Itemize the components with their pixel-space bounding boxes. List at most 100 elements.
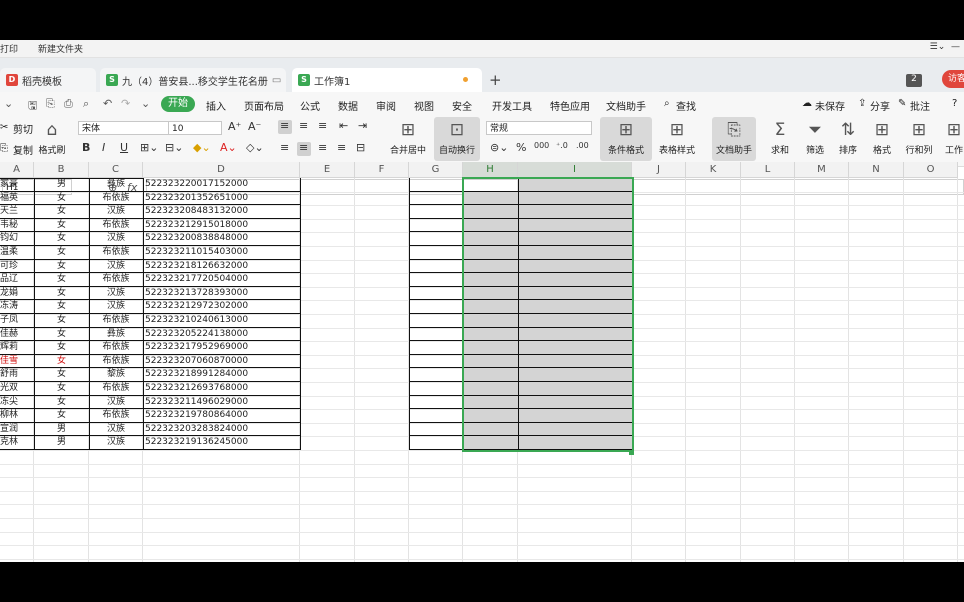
cell-ethnicity[interactable]: 汉族	[89, 300, 144, 314]
cell-name[interactable]: 冻涛	[0, 300, 35, 314]
empty-cell[interactable]	[409, 436, 464, 450]
cell-ethnicity[interactable]: 汉族	[89, 286, 144, 301]
tab-developer[interactable]: 开发工具	[492, 98, 532, 113]
align-middle-icon[interactable]: ≡	[299, 119, 308, 132]
comment-button[interactable]: 批注	[910, 98, 930, 113]
print-menu[interactable]: 打印	[0, 42, 18, 55]
cloud-icon[interactable]: ☁	[802, 98, 812, 109]
cell-id[interactable]: 522323203283824000	[143, 422, 301, 437]
shrink-font-icon[interactable]: A⁻	[248, 120, 261, 133]
cell-gender[interactable]: 女	[34, 314, 90, 328]
cell-id[interactable]: 522323213728393000	[143, 286, 301, 301]
cell-ethnicity[interactable]: 布依族	[89, 191, 144, 206]
doc-helper-button[interactable]: ⎘ 文档助手	[712, 117, 756, 161]
cell-id[interactable]: 522323207060870000	[143, 354, 301, 369]
cell-id[interactable]: 522323218991284000	[143, 368, 301, 382]
empty-cell[interactable]	[409, 232, 464, 246]
cell-name[interactable]: 家豪	[0, 178, 35, 192]
cell-id[interactable]: 522323212972302000	[143, 300, 301, 314]
cell-gender[interactable]: 男	[34, 178, 90, 192]
empty-cell[interactable]	[409, 382, 464, 396]
comment-icon[interactable]: ✎	[898, 98, 906, 109]
empty-cell[interactable]	[409, 191, 464, 206]
cell-ethnicity[interactable]: 彝族	[89, 327, 144, 342]
cell-gender[interactable]: 女	[34, 273, 90, 287]
save-icon[interactable]: 🖫	[28, 97, 37, 116]
cell-id[interactable]: 522323211496029000	[143, 395, 301, 410]
empty-cell[interactable]	[409, 218, 464, 233]
cell-ethnicity[interactable]: 布依族	[89, 382, 144, 396]
table-style-button[interactable]: ⊞ 表格样式	[654, 117, 700, 161]
tab-workbook1[interactable]: S 工作簿1	[292, 68, 482, 92]
cell-id[interactable]: 522323201352651000	[143, 191, 301, 206]
font-name-select[interactable]: 宋体	[78, 121, 170, 135]
clear-icon[interactable]: ◇⌄	[246, 141, 264, 154]
column-header-i[interactable]: I	[518, 162, 632, 178]
chevron-down-icon[interactable]: ⌄	[4, 97, 13, 110]
cell-name[interactable]: 温柔	[0, 246, 35, 260]
cell-ethnicity[interactable]: 布依族	[89, 273, 144, 287]
cell-name[interactable]: 佳赫	[0, 327, 35, 342]
column-header-e[interactable]: E	[300, 162, 355, 178]
column-header-l[interactable]: L	[741, 162, 795, 178]
cell-ethnicity[interactable]: 布依族	[89, 354, 144, 369]
tab-view[interactable]: 视图	[414, 98, 434, 113]
sort-button[interactable]: ⇅ 排序	[832, 117, 864, 161]
cell-name[interactable]: 辉莉	[0, 341, 35, 355]
print-icon[interactable]: ⎙	[64, 97, 73, 111]
fill-pattern-icon[interactable]: ⊟⌄	[165, 141, 183, 154]
cell-ethnicity[interactable]: 彝族	[89, 178, 144, 192]
align-top-icon[interactable]: ≡	[280, 119, 289, 132]
merge-center-button[interactable]: ⊞ 合并居中	[384, 117, 432, 161]
font-size-select[interactable]: 10	[168, 121, 222, 135]
empty-cell[interactable]	[409, 273, 464, 287]
column-header-j[interactable]: J	[632, 162, 686, 178]
cell-gender[interactable]: 女	[34, 286, 90, 301]
cell-name[interactable]: 子凤	[0, 314, 35, 328]
cell-name[interactable]: 舒雨	[0, 368, 35, 382]
empty-cell[interactable]	[409, 422, 464, 437]
cell-gender[interactable]: 女	[34, 218, 90, 233]
cell-gender[interactable]: 女	[34, 259, 90, 274]
increase-decimal-icon[interactable]: ⁺.0	[556, 141, 568, 150]
search-icon[interactable]: ⌕	[664, 98, 670, 109]
column-header-f[interactable]: F	[355, 162, 409, 178]
column-header-o[interactable]: O	[904, 162, 958, 178]
cell-gender[interactable]: 女	[34, 395, 90, 410]
cell-id[interactable]: 522323211015403000	[143, 246, 301, 260]
justify-icon[interactable]: ≡	[337, 141, 346, 154]
cell-name[interactable]: 克林	[0, 436, 35, 450]
cell-name[interactable]: 天兰	[0, 205, 35, 219]
cell-ethnicity[interactable]: 汉族	[89, 436, 144, 450]
help-icon[interactable]: ?	[952, 98, 957, 109]
decrease-indent-icon[interactable]: ⇤	[339, 119, 348, 132]
align-center-icon[interactable]: ≡	[299, 141, 308, 154]
tab-start[interactable]: 开始	[161, 96, 195, 112]
cell-ethnicity[interactable]: 汉族	[89, 422, 144, 437]
fill-handle[interactable]	[629, 450, 634, 455]
align-right-icon[interactable]: ≡	[318, 141, 327, 154]
column-header-b[interactable]: B	[34, 162, 89, 178]
cell-name[interactable]: 钧幻	[0, 232, 35, 246]
cell-ethnicity[interactable]: 布依族	[89, 246, 144, 260]
fill-color-icon[interactable]: ◆⌄	[193, 141, 211, 154]
cell-name[interactable]: 佳雪	[0, 354, 35, 369]
cell-id[interactable]: 522323219136245000	[143, 436, 301, 450]
font-color-icon[interactable]: A⌄	[220, 141, 237, 154]
cell-gender[interactable]: 女	[34, 382, 90, 396]
list-view-icon[interactable]: ☰⌄ —	[930, 42, 960, 52]
cell-name[interactable]: 龙娟	[0, 286, 35, 301]
visitor-button[interactable]: 访客	[942, 70, 964, 88]
decrease-decimal-icon[interactable]: .00	[576, 141, 589, 150]
tab-review[interactable]: 审阅	[376, 98, 396, 113]
unsaved-status[interactable]: 未保存	[815, 98, 845, 113]
customize-icon[interactable]: ⌄	[141, 97, 150, 110]
cell-ethnicity[interactable]: 汉族	[89, 395, 144, 410]
cell-id[interactable]: 522323217952969000	[143, 341, 301, 355]
cell-id[interactable]: 522323208483132000	[143, 205, 301, 219]
italic-icon[interactable]: I	[102, 141, 105, 154]
cell-name[interactable]: 福英	[0, 191, 35, 206]
cell-gender[interactable]: 女	[34, 191, 90, 206]
increase-indent-icon[interactable]: ⇥	[358, 119, 367, 132]
wrap-text-button[interactable]: ⊡ 自动换行	[434, 117, 480, 161]
